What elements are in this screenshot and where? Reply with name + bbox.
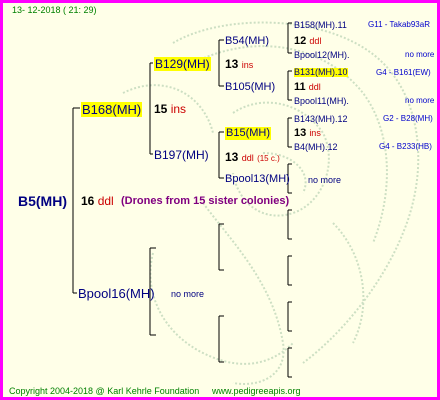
node-b197[interactable]: B197(MH) <box>154 149 209 161</box>
bpool13-note: no more <box>308 175 342 185</box>
root-count: 16 <box>81 194 95 208</box>
gen4-label-4[interactable]: Bpool11(MH). <box>294 97 349 106</box>
b129-count: 13 <box>225 57 239 71</box>
gen4-info-5: G2 - B28(MH) <box>383 114 433 123</box>
gen4-label-2[interactable]: Bpool12(MH). <box>294 51 350 60</box>
b129-suffix: ins <box>241 60 254 70</box>
b15-count: 13 <box>294 127 307 139</box>
b197-colonies: (15 c.) <box>257 154 280 163</box>
copyright-text: Copyright 2004-2018 @ Karl Kehrle Founda… <box>9 386 200 396</box>
b54-count: 12 <box>294 35 307 47</box>
b105-drone-count: 11 ddl <box>294 82 321 93</box>
gen4-label-6[interactable]: B4(MH).12 <box>294 143 338 152</box>
gen4-info-1: G11 - Takab93aR <box>368 20 430 29</box>
gen4-label-5[interactable]: B143(MH).12 <box>294 115 348 124</box>
b129-drone-count: 13 ins <box>225 58 253 70</box>
b197-count: 13 <box>225 150 239 164</box>
gen4-info-4: no more <box>405 96 435 105</box>
gen4-label-3[interactable]: B131(MH).10 <box>294 68 348 77</box>
drones-note: (Drones from 15 sister colonies) <box>121 195 290 207</box>
b15-suffix: ins <box>309 128 321 138</box>
node-bpool16[interactable]: Bpool16(MH) <box>78 287 155 300</box>
b15-drone-count: 13 ins <box>294 128 321 139</box>
gen4-info-2: no more <box>405 50 435 59</box>
b168-drone-count: 15 ins <box>154 103 186 115</box>
timestamp: 13- 12-2018 ( 21: 29) <box>12 5 97 15</box>
b105-suffix: ddl <box>308 82 321 92</box>
node-b168[interactable]: B168(MH) <box>81 102 143 117</box>
node-b105[interactable]: B105(MH) <box>225 82 275 93</box>
b54-suffix: ddl <box>309 36 322 46</box>
b105-count: 11 <box>294 81 306 93</box>
gen4-label-1[interactable]: B158(MH).11 <box>294 21 347 30</box>
b168-count: 15 <box>154 102 168 116</box>
b197-drone-count: 13 ddl (15 c.) <box>225 151 280 163</box>
b168-suffix: ins <box>170 102 187 116</box>
root-node-b5[interactable]: B5(MH) <box>18 194 67 208</box>
node-bpool13[interactable]: Bpool13(MH) <box>225 174 290 185</box>
bpool16-note: no more <box>171 289 205 299</box>
website-link[interactable]: www.pedigreeapis.org <box>212 387 301 396</box>
gen4-info-6: G4 - B233(HB) <box>379 142 432 151</box>
gen4-info-3: G4 - B161(EW) <box>376 68 431 77</box>
root-suffix: ddl <box>97 194 114 208</box>
root-drone-count: 16 ddl <box>81 195 114 207</box>
node-b15[interactable]: B15(MH) <box>225 127 272 140</box>
node-b129[interactable]: B129(MH) <box>154 57 211 71</box>
b54-drone-count: 12 ddl <box>294 36 321 47</box>
b197-suffix: ddl <box>241 153 254 163</box>
pedigree-frame: 13- 12-2018 ( 21: 29) B5(MH) 16 ddl (Dro… <box>0 0 440 400</box>
node-b54[interactable]: B54(MH) <box>225 36 269 47</box>
